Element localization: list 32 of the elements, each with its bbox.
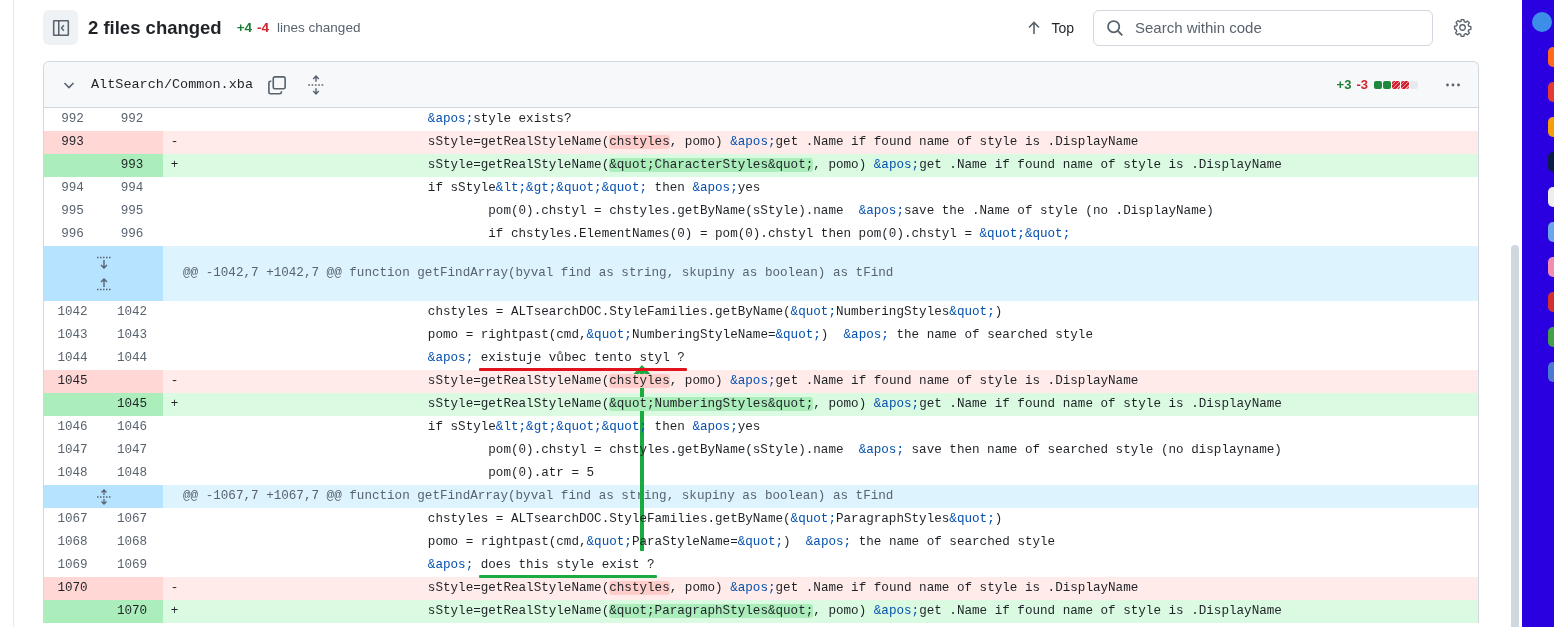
diff-marker: + bbox=[163, 600, 186, 623]
diff-marker: - bbox=[163, 370, 186, 393]
expand-up-icon[interactable] bbox=[95, 277, 112, 291]
sidebar-toggle-button[interactable] bbox=[43, 10, 78, 45]
line-number: 1070 bbox=[101, 600, 163, 623]
additions-count: +4 bbox=[236, 20, 253, 35]
line-number: 1070 bbox=[44, 577, 101, 600]
line-number: 1045 bbox=[101, 393, 163, 416]
file-name[interactable]: AltSearch/Common.xba bbox=[91, 77, 254, 92]
expand-icon[interactable] bbox=[307, 74, 326, 95]
search-field[interactable]: Search within code bbox=[1093, 9, 1433, 46]
line-number: 1045 bbox=[44, 370, 101, 393]
hunk-header: @@ -1042,7 +1042,7 @@ function getFindArray(byval find as string, skupiny as boolean) as tFind bbox=[163, 246, 1478, 301]
diff-marker: + bbox=[163, 393, 186, 416]
lines-changed-label: lines changed bbox=[277, 20, 361, 35]
line-number: 993 bbox=[101, 154, 163, 177]
page-title: 2 files changed bbox=[88, 16, 222, 39]
expand-icon[interactable] bbox=[95, 488, 112, 505]
line-number: 993 bbox=[44, 131, 101, 154]
copy-icon[interactable] bbox=[267, 74, 288, 95]
diff-marker: - bbox=[163, 577, 186, 600]
sidebar-icon bbox=[51, 18, 70, 37]
deletions-count: -4 bbox=[257, 20, 270, 35]
expand-down-icon[interactable] bbox=[95, 256, 112, 270]
deletions-count: -3 bbox=[1356, 77, 1368, 92]
scrollbar[interactable] bbox=[1511, 245, 1519, 627]
search-icon bbox=[1106, 18, 1124, 37]
settings-icon[interactable] bbox=[1453, 18, 1472, 37]
top-button[interactable]: Top bbox=[1018, 13, 1082, 42]
diff-marker: - bbox=[163, 131, 186, 154]
additions-count: +3 bbox=[1336, 77, 1352, 92]
diff-marker: + bbox=[163, 154, 186, 177]
